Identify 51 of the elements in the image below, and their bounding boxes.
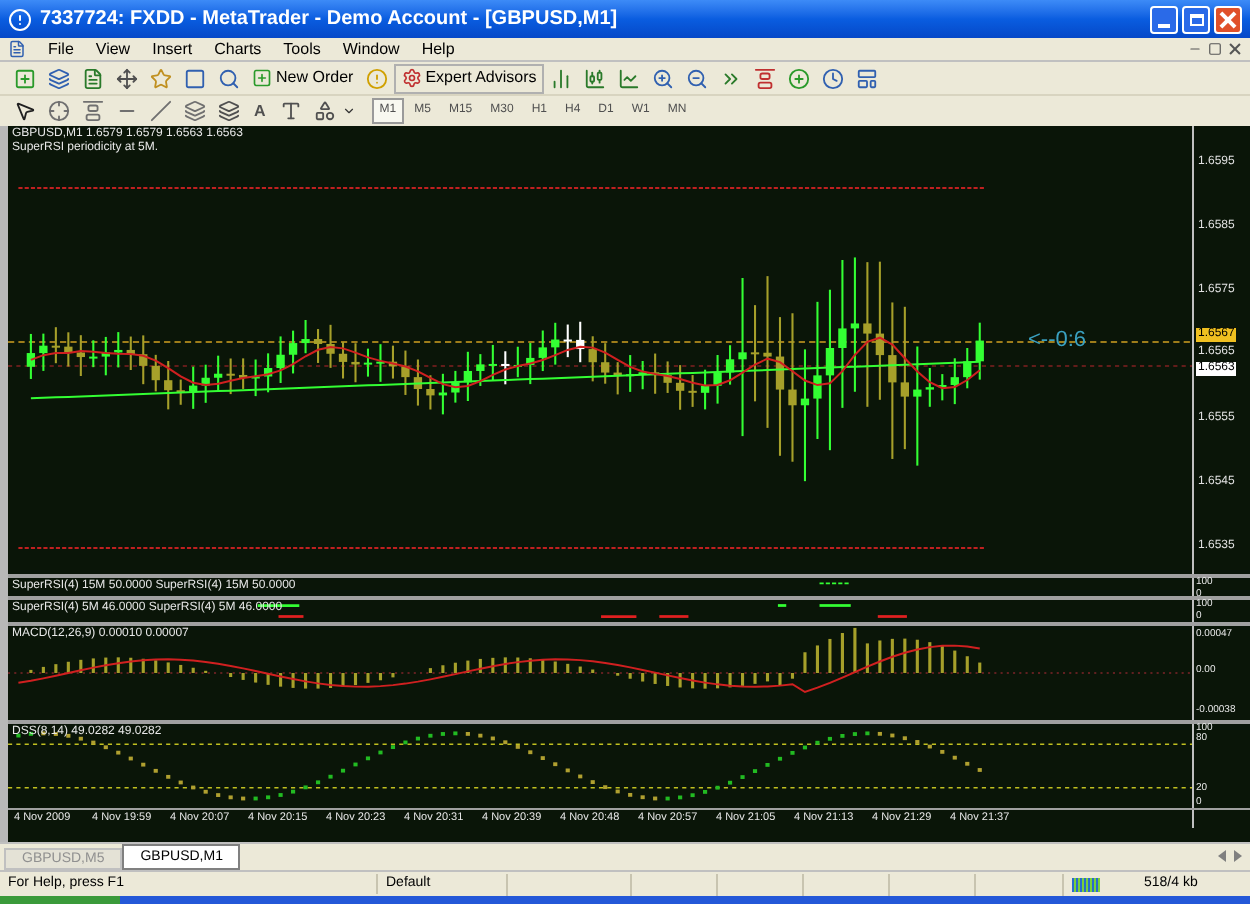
search-icon [218, 67, 240, 89]
connection-bars-icon [1072, 877, 1100, 891]
scroll-left-icon[interactable] [1218, 850, 1226, 862]
mdi-restore-icon [1208, 42, 1222, 56]
market-watch-icon [82, 67, 104, 89]
new-order-button[interactable]: New Order [246, 63, 360, 93]
minimize-icon [1158, 23, 1170, 27]
dropdown-icon [341, 104, 356, 118]
expert-advisors-button[interactable]: Expert Advisors [393, 63, 545, 93]
menu-item[interactable]: Tools [283, 37, 321, 61]
trend-line-icon [150, 100, 172, 122]
scroll-right-icon[interactable] [1234, 850, 1242, 862]
crosshair-icon [48, 100, 70, 122]
zoom-in-icon [652, 67, 675, 89]
restore-button[interactable] [1182, 5, 1210, 33]
close-button[interactable] [1214, 5, 1242, 33]
bar-chart-icon [550, 67, 573, 89]
close-icon [1220, 11, 1236, 27]
alert-icon [365, 67, 388, 89]
move-icon [116, 67, 138, 89]
minimize-button[interactable] [1150, 5, 1178, 33]
advisor-icon [401, 68, 422, 88]
mdi-minimize-icon [1188, 42, 1202, 56]
document-icon [8, 40, 26, 58]
order-icon [252, 68, 272, 88]
template-icon [856, 67, 879, 89]
app-icon [8, 7, 32, 31]
restore-icon [1189, 13, 1203, 25]
menu-item[interactable]: Charts [214, 37, 262, 61]
zoom-out-icon [686, 67, 709, 89]
star-icon [150, 67, 172, 89]
menu-item[interactable]: View [95, 37, 131, 61]
profiles-icon [48, 67, 70, 89]
candlestick-icon [584, 67, 607, 89]
text-tool-button[interactable]: A [246, 97, 274, 125]
time-countdown-label: <--0:6 [1028, 330, 1087, 352]
line-chart-icon [618, 67, 641, 89]
chart-shift-icon [720, 67, 743, 89]
new-chart-icon [14, 67, 36, 89]
cursor-icon [14, 100, 36, 122]
menu-item[interactable]: Window [342, 37, 400, 61]
shapes-icon [313, 100, 336, 122]
indicators-icon [788, 67, 811, 89]
text-label-icon [279, 100, 302, 122]
clock-icon [822, 67, 845, 89]
window-title: 7337724: FXDD - MetaTrader - Demo Account - [GBPUSD,M1] [40, 6, 618, 34]
menu-item[interactable]: Help [421, 37, 455, 61]
mdi-close-icon [1228, 42, 1242, 56]
menu-item[interactable]: File [48, 37, 74, 61]
menu-item[interactable]: Insert [152, 37, 193, 61]
indicator-segment [818, 582, 852, 585]
